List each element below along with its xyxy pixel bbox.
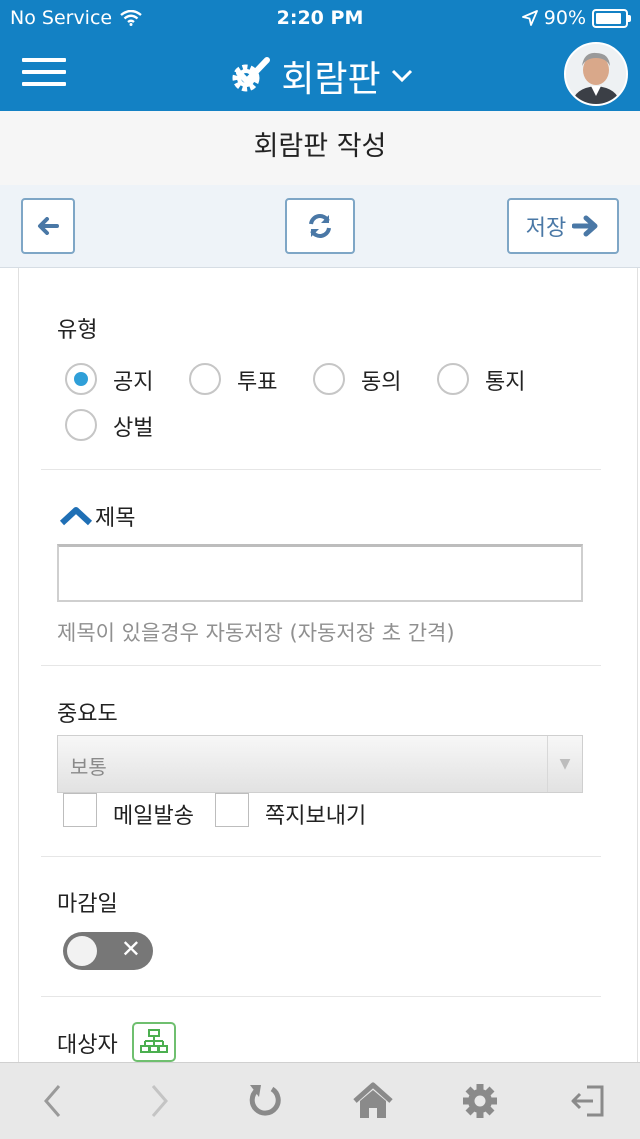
app-title: 회람판	[281, 59, 381, 100]
type-radio-notify[interactable]	[437, 363, 469, 395]
close-icon: ✕	[120, 935, 141, 963]
mail-send-checkbox[interactable]	[63, 793, 97, 827]
send-memo-label: 쪽지보내기	[265, 804, 367, 829]
location-arrow-icon	[521, 10, 538, 26]
select-arrow-icon: ▼	[547, 736, 582, 792]
battery-percent: 90%	[543, 7, 586, 29]
type-radio-notice[interactable]	[65, 363, 97, 395]
save-button[interactable]: 저장	[507, 198, 619, 254]
divider	[41, 665, 601, 666]
status-bar: No Service 2:20 PM 90%	[0, 0, 640, 36]
type-option-label: 통지	[485, 370, 526, 395]
battery-icon	[592, 8, 631, 28]
type-option-label: 상벌	[113, 416, 154, 441]
deadline-label: 마감일	[57, 892, 118, 917]
gear-check-icon	[232, 57, 271, 92]
home-icon[interactable]	[348, 1081, 398, 1121]
app-title-dropdown[interactable]: 회람판	[0, 50, 640, 102]
deadline-toggle[interactable]: ✕	[63, 932, 153, 970]
mail-send-label: 메일발송	[113, 804, 194, 829]
type-radio-reward[interactable]	[65, 409, 97, 441]
user-photo-icon	[566, 44, 626, 104]
type-option-label: 투표	[237, 370, 278, 395]
divider	[41, 469, 601, 470]
importance-label: 중요도	[57, 702, 118, 727]
chevron-up-icon[interactable]	[59, 506, 93, 526]
type-option-label: 동의	[361, 370, 402, 395]
importance-selected-value: 보통	[70, 755, 107, 779]
divider	[41, 996, 601, 997]
save-button-label: 저장	[525, 216, 567, 241]
arrow-right-icon	[572, 215, 598, 237]
importance-select[interactable]: 보통 ▼	[57, 735, 583, 793]
settings-icon[interactable]	[455, 1081, 505, 1121]
org-chart-button[interactable]	[132, 1022, 176, 1062]
form-panel: 유형 공지 투표 동의 통지 상벌 제목 제목이 있을경우 자동저장 (자동저장…	[18, 268, 638, 1062]
autosave-hint: 제목이 있을경우 자동저장 (자동저장 초 간격)	[57, 621, 455, 645]
org-tree-icon	[140, 1029, 168, 1053]
subject-input[interactable]	[57, 544, 583, 602]
arrow-left-icon	[38, 217, 59, 235]
chevron-down-icon	[391, 69, 412, 83]
refresh-icon	[309, 214, 331, 238]
back-button[interactable]	[21, 198, 75, 254]
type-option-label: 공지	[113, 370, 154, 395]
refresh-button[interactable]	[285, 198, 355, 254]
divider	[41, 856, 601, 857]
reload-icon[interactable]	[240, 1081, 290, 1121]
send-memo-checkbox[interactable]	[215, 793, 249, 827]
back-icon[interactable]	[28, 1081, 78, 1121]
toolbar: 저장	[0, 185, 640, 268]
toggle-knob	[67, 936, 97, 966]
page-title: 회람판 작성	[0, 111, 640, 186]
avatar[interactable]	[564, 42, 628, 106]
bottom-nav-bar	[0, 1062, 640, 1139]
recipients-label: 대상자	[57, 1033, 118, 1058]
forward-icon[interactable]	[134, 1081, 184, 1121]
type-radio-vote[interactable]	[189, 363, 221, 395]
subject-label: 제목	[95, 506, 136, 531]
type-radio-agree[interactable]	[313, 363, 345, 395]
app-bar: 회람판	[0, 36, 640, 111]
type-label: 유형	[57, 318, 98, 343]
logout-icon[interactable]	[562, 1081, 612, 1121]
